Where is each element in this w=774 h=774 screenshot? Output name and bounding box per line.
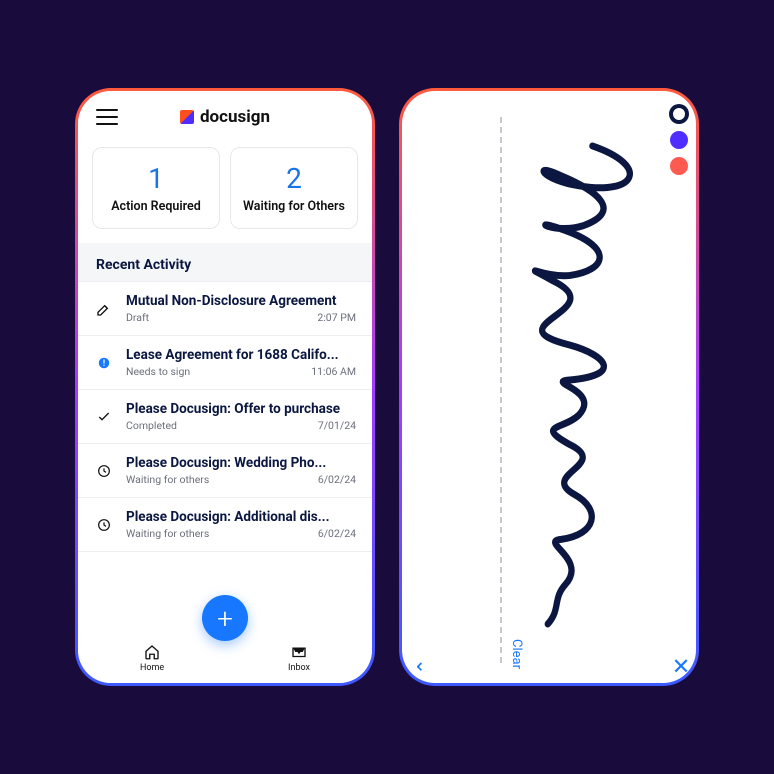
color-swatch-black[interactable] [671,105,689,123]
phone-signature: ✕ Clear ⌄ [399,88,699,686]
list-item[interactable]: Please Docusign: Wedding Pho... Waiting … [78,444,372,498]
tab-label: Home [140,663,164,673]
item-title: Please Docusign: Additional dis... [126,509,356,525]
tile-label: Waiting for Others [239,199,349,214]
tile-action-required[interactable]: 1 Action Required [92,147,220,229]
list-item[interactable]: Please Docusign: Offer to purchase Compl… [78,390,372,444]
item-time: 6/02/24 [318,527,356,540]
bottom-nav: + Home Inbox [78,609,372,683]
chevron-down-icon[interactable]: ⌄ [412,658,436,675]
signature-baseline [500,117,502,663]
clock-icon [94,461,114,481]
home-icon [143,643,161,661]
menu-icon[interactable] [96,109,118,125]
brand-logo: docusign [180,107,270,127]
item-title: Mutual Non-Disclosure Agreement [126,293,356,309]
signature-stroke [512,131,646,629]
item-time: 6/02/24 [318,473,356,486]
item-status: Waiting for others [126,527,209,540]
clear-button[interactable]: Clear [509,639,524,669]
item-status: Needs to sign [126,365,190,378]
item-status: Completed [126,419,177,432]
item-title: Lease Agreement for 1688 Califo... [126,347,356,363]
section-title: Recent Activity [78,243,372,281]
clock-icon [94,515,114,535]
item-time: 7/01/24 [318,419,356,432]
phone-inbox: docusign 1 Action Required 2 Waiting for… [75,88,375,686]
item-title: Please Docusign: Wedding Pho... [126,455,356,471]
color-swatch-red[interactable] [671,157,689,175]
summary-tiles: 1 Action Required 2 Waiting for Others [78,137,372,243]
tab-home[interactable]: Home [140,643,164,673]
screen: ✕ Clear ⌄ [402,91,696,683]
signature-canvas[interactable]: ✕ Clear ⌄ [402,91,696,683]
alert-icon [94,353,114,373]
close-icon[interactable]: ✕ [667,657,692,675]
brand-name: docusign [200,107,270,127]
tile-count: 2 [239,162,349,195]
item-title: Please Docusign: Offer to purchase [126,401,356,417]
tile-label: Action Required [101,199,211,214]
docusign-icon [180,110,194,124]
tab-label: Inbox [288,663,310,673]
list-item[interactable]: Lease Agreement for 1688 Califo... Needs… [78,336,372,390]
list-item[interactable]: Mutual Non-Disclosure Agreement Draft 2:0… [78,282,372,336]
pencil-icon [94,299,114,319]
tile-count: 1 [101,162,211,195]
tab-inbox[interactable]: Inbox [288,643,310,673]
check-icon [94,407,114,427]
item-time: 2:07 PM [317,311,356,324]
color-swatch-blue[interactable] [671,131,689,149]
item-time: 11:06 AM [311,365,356,378]
item-status: Draft [126,311,149,324]
item-status: Waiting for others [126,473,209,486]
activity-list: Mutual Non-Disclosure Agreement Draft 2:0… [78,281,372,609]
color-palette [671,105,689,175]
tile-waiting[interactable]: 2 Waiting for Others [230,147,358,229]
app-header: docusign [78,91,372,137]
inbox-icon [290,643,308,661]
screen: docusign 1 Action Required 2 Waiting for… [78,91,372,683]
compose-button[interactable]: + [202,595,248,641]
list-item[interactable]: Please Docusign: Additional dis... Waiti… [78,498,372,552]
